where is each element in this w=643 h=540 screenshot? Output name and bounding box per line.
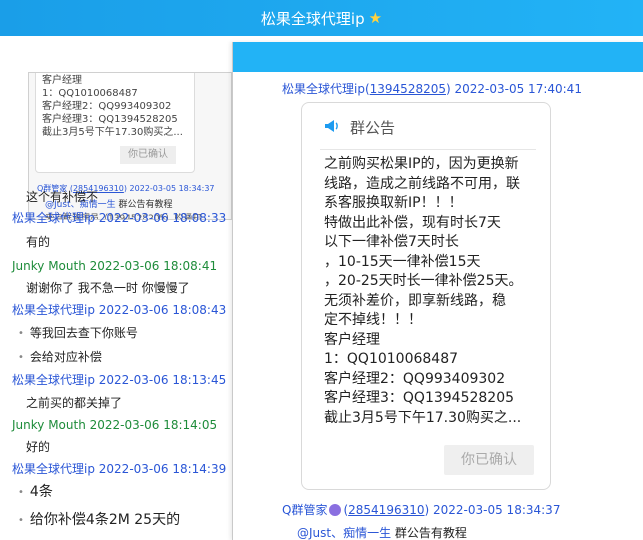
message-text: 好的 xyxy=(26,440,51,454)
thumbnail-notice-line: 1：QQ1010068487 xyxy=(42,88,138,99)
message-text: 有的 xyxy=(26,235,51,249)
star-icon[interactable]: ★ xyxy=(369,9,382,27)
notice-line: 截止3月5号下午17.30购买之... xyxy=(324,409,522,426)
notice-line: 系客服换取新IP！！！ xyxy=(324,195,463,211)
notice-line: 以下一律补偿7天时长 xyxy=(324,234,459,250)
message-sender: 松果全球代理ip 2022-03-06 18:14:39 xyxy=(12,462,227,476)
notice-panel[interactable]: 松果全球代理ip(1394528205) 2022-03-05 17:40:41… xyxy=(232,42,643,540)
message-sender: 松果全球代理ip 2022-03-06 18:08:33 xyxy=(12,211,227,225)
thumbnail-ack-button: 你已确认 xyxy=(120,146,176,164)
bot-sender: Q群管家 (2854196310) 2022-03-05 18:34:37 xyxy=(282,503,561,517)
notice-divider xyxy=(320,149,536,150)
notice-line: 定不掉线！！！ xyxy=(324,312,422,328)
thumbnail-notice-line: 客户经理2：QQ993409302 xyxy=(42,101,172,112)
notice-line: 无须补差价，即享新线路，稳 xyxy=(324,292,506,309)
thumbnail-notice-line: 截止3月5号下午17.30购买之... xyxy=(42,127,183,138)
mention[interactable]: @Just、痴情一生 xyxy=(297,526,391,540)
notice-body: 之前购买松果IP的，因为更换新 线路，造成之前线路不可用，联 系客服换取新IP！！！… xyxy=(324,155,540,428)
message-text: 给你补偿4条2M 25天的 xyxy=(18,512,180,530)
message-text: 会给对应补偿 xyxy=(18,349,102,367)
thumbnail-notice-line: 客户经理 xyxy=(42,75,82,86)
confirmed-button[interactable]: 你已确认 xyxy=(444,445,534,475)
bot-qq-link[interactable]: 2854196310 xyxy=(348,503,424,517)
panel-header-bar xyxy=(233,42,643,72)
notice-sender: 松果全球代理ip(1394528205) 2022-03-05 17:40:41 xyxy=(282,82,582,96)
message-text: 等我回去查下你账号 xyxy=(18,325,138,343)
message-sender: 松果全球代理ip 2022-03-06 18:08:43 xyxy=(12,303,227,317)
bot-message: @Just、痴情一生 群公告有教程 xyxy=(297,526,467,540)
notice-line: 1：QQ1010068487 xyxy=(324,351,459,367)
notice-line: ，20-25天时长一律补偿25天。 xyxy=(324,273,523,289)
notice-line: 特做出此补偿，现有时长7天 xyxy=(324,214,501,231)
qq-bot-icon xyxy=(329,504,342,516)
message-text: 4条 xyxy=(18,484,53,502)
message-text: 这个有补偿不 xyxy=(26,190,99,204)
notice-line: 客户经理3：QQ1394528205 xyxy=(324,390,515,406)
notice-line: 客户经理 xyxy=(324,331,380,348)
sender-qq-link[interactable]: 1394528205 xyxy=(370,82,446,96)
notice-header: 群公告 xyxy=(324,117,395,138)
group-notice-card[interactable]: 群公告 之前购买松果IP的，因为更换新 线路，造成之前线路不可用，联 系客服换取新I… xyxy=(301,102,551,490)
thumbnail-notice-line: 客户经理3：QQ1394528205 xyxy=(42,114,178,125)
message-sender: Junky Mouth 2022-03-06 18:08:41 xyxy=(12,259,218,273)
megaphone-icon xyxy=(324,119,340,137)
message-text: 之前买的都关掉了 xyxy=(26,396,123,410)
notice-line: 线路，造成之前线路不可用，联 xyxy=(324,175,520,192)
thumbnail-notice-card: 客户经理 1：QQ1010068487 客户经理2：QQ993409302 客户经理3… xyxy=(35,73,195,173)
notice-line: 之前购买松果IP的，因为更换新 xyxy=(324,156,519,172)
message-text: 谢谢你了 我不急一时 你慢慢了 xyxy=(26,281,190,295)
notice-line: 客户经理2：QQ993409302 xyxy=(324,370,506,387)
title-bar: 松果全球代理ip ★ xyxy=(0,0,643,36)
message-sender: 松果全球代理ip 2022-03-06 18:13:45 xyxy=(12,373,227,387)
notice-title: 群公告 xyxy=(350,119,396,137)
thumbnail-notice-text: 客户经理 1：QQ1010068487 客户经理2：QQ993409302 客户经理3… xyxy=(42,74,188,139)
message-sender: Junky Mouth 2022-03-06 18:14:05 xyxy=(12,418,218,432)
chat-history[interactable]: 客户经理 1：QQ1010068487 客户经理2：QQ993409302 客户经理3… xyxy=(0,36,232,540)
notice-line: ，10-15天一律补偿15天 xyxy=(324,253,481,270)
window-title: 松果全球代理ip xyxy=(260,9,365,28)
